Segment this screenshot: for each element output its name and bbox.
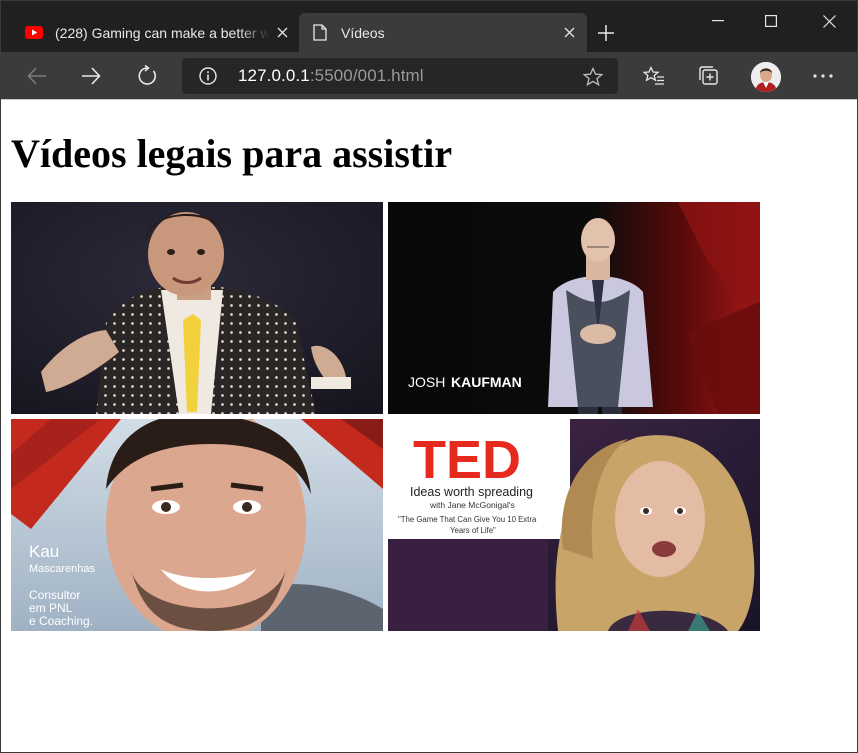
close-icon: [822, 14, 836, 28]
settings-more-button[interactable]: [806, 60, 840, 92]
address-bar[interactable]: 127.0.0.1:5500/001.html: [182, 58, 618, 94]
speaker-josh-kaufman-image: JOSH KAUFMAN: [388, 202, 760, 414]
collections-icon: [699, 66, 718, 85]
favorites-list-icon: [643, 66, 664, 85]
arrow-left-icon: [27, 67, 46, 85]
page-icon: [311, 24, 329, 42]
more-icon: [813, 74, 833, 78]
minimize-button[interactable]: [689, 1, 747, 41]
thumb-role-2: em PNL: [29, 601, 73, 615]
tab-title: Vídeos: [341, 24, 385, 41]
tab-strip: (228) Gaming can make a better world Víd…: [1, 1, 857, 52]
thumb-role-3: e Coaching.: [29, 614, 93, 628]
speaker-polka-dot-image: [11, 202, 383, 414]
thumb-text-kaufman: KAUFMAN: [451, 374, 522, 390]
close-tab-icon[interactable]: [270, 19, 295, 47]
back-button[interactable]: [20, 60, 54, 92]
maximize-icon: [765, 15, 777, 27]
url-host: 127.0.0.1: [238, 66, 310, 85]
url-text: 127.0.0.1:5500/001.html: [238, 66, 424, 86]
forward-button[interactable]: [74, 60, 108, 92]
avatar-icon: [751, 62, 781, 92]
tab-youtube[interactable]: (228) Gaming can make a better world: [13, 13, 299, 52]
thumb-name-first: Kau: [29, 542, 59, 561]
thumb-text-josh: JOSH: [408, 374, 445, 390]
refresh-button[interactable]: [130, 60, 164, 92]
video-grid: JOSH KAUFMAN Kau Mascarenhas Consultor e…: [11, 202, 760, 633]
info-icon[interactable]: [198, 67, 218, 85]
ted-logo: TED: [413, 430, 521, 490]
refresh-icon: [138, 65, 157, 85]
tab-title: (228) Gaming can make a better world: [55, 24, 270, 41]
speaker-kau-mascarenhas-image: Kau Mascarenhas Consultor em PNL e Coach…: [11, 419, 383, 631]
browser-toolbar: 127.0.0.1:5500/001.html: [1, 52, 857, 99]
plus-icon: [598, 25, 614, 41]
tab-videos[interactable]: Vídeos: [299, 13, 587, 52]
video-thumbnail-4[interactable]: TED Ideas worth spreading with Jane McGo…: [388, 419, 760, 631]
youtube-icon: [25, 24, 43, 42]
minimize-icon: [712, 20, 724, 22]
thumb-role-1: Consultor: [29, 588, 80, 602]
close-window-button[interactable]: [800, 1, 857, 41]
favorite-star-icon[interactable]: [582, 66, 604, 88]
favorites-button[interactable]: [637, 60, 671, 92]
ted-tagline: Ideas worth spreading: [410, 485, 533, 499]
ted-credit: with Jane McGonigal's: [429, 500, 515, 510]
collections-button[interactable]: [692, 60, 726, 92]
close-tab-icon[interactable]: [555, 19, 583, 47]
video-thumbnail-2[interactable]: JOSH KAUFMAN: [388, 202, 760, 414]
video-thumbnail-3[interactable]: Kau Mascarenhas Consultor em PNL e Coach…: [11, 419, 383, 631]
maximize-button[interactable]: [742, 1, 800, 41]
video-thumbnail-1[interactable]: [11, 202, 383, 414]
arrow-right-icon: [82, 67, 101, 85]
thumb-name-last: Mascarenhas: [29, 563, 96, 575]
url-path: :5500/001.html: [309, 66, 424, 85]
ted-jane-mcgonigal-image: TED Ideas worth spreading with Jane McGo…: [388, 419, 760, 631]
new-tab-button[interactable]: [591, 18, 621, 48]
browser-window: (228) Gaming can make a better world Víd…: [0, 0, 858, 753]
profile-avatar[interactable]: [751, 62, 781, 92]
page-content: Vídeos legais para assistir JOSH KAUFMAN…: [1, 99, 857, 752]
ted-quote-line-2: Years of Life": [450, 526, 496, 535]
page-heading: Vídeos legais para assistir: [11, 131, 453, 176]
ted-quote-line-1: "The Game That Can Give You 10 Extra: [398, 515, 537, 524]
